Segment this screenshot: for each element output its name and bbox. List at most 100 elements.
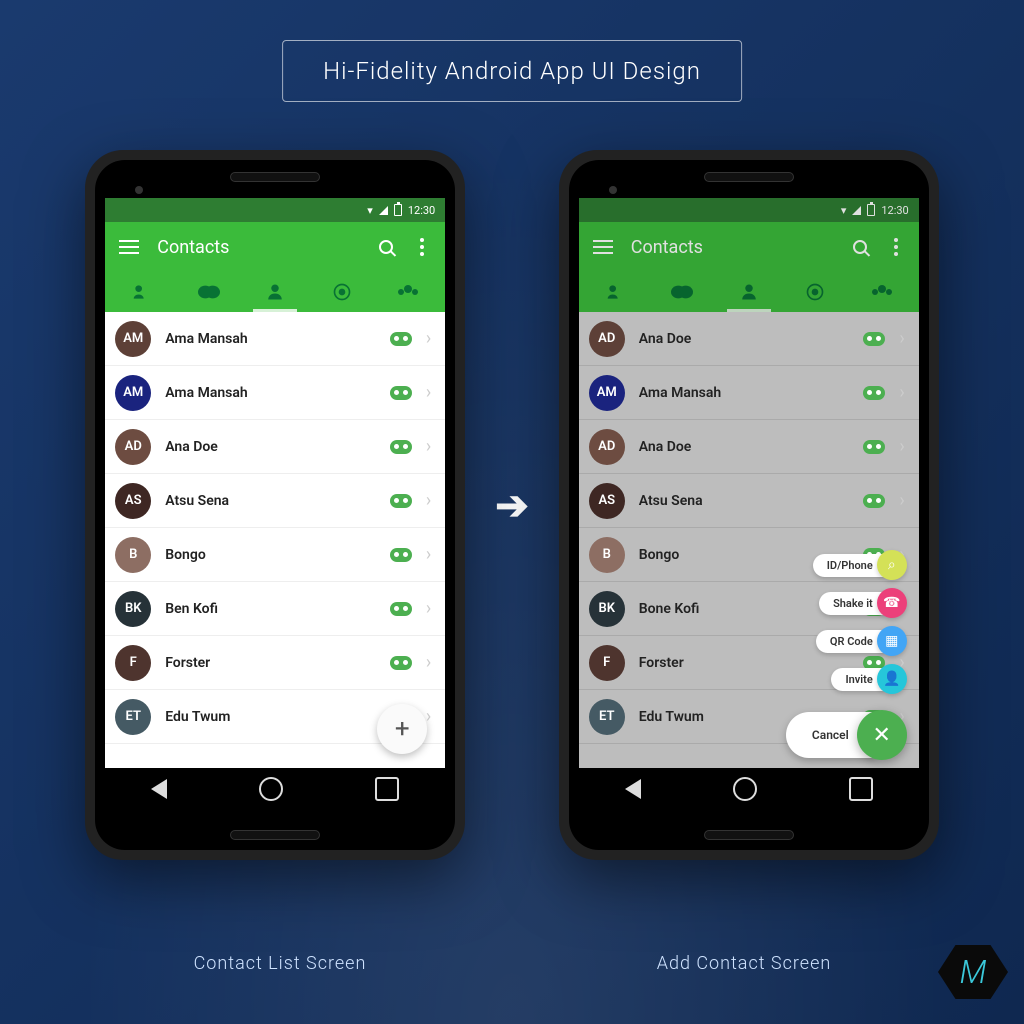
back-button[interactable] — [151, 779, 167, 799]
tab-groups[interactable] — [868, 278, 896, 306]
avatar: AM — [115, 321, 151, 357]
chevron-right-icon: › — [426, 436, 431, 457]
recents-button[interactable] — [849, 777, 873, 801]
status-time: 12:30 — [408, 204, 435, 217]
speed-dial-label: Shake it — [819, 592, 883, 615]
contact-name: Forster — [165, 655, 376, 671]
speed-dial-item[interactable]: Invite👤 — [831, 664, 906, 694]
tabs — [105, 272, 445, 312]
person-icon: 👤 — [877, 664, 907, 694]
speed-dial: ID/Phone⌕ Shake it☎ QR Code▦ Invite👤 Cancel… — [786, 550, 907, 760]
menu-icon[interactable] — [119, 240, 139, 254]
contact-row[interactable]: F Forster › — [105, 636, 445, 690]
avatar: AS — [589, 483, 625, 519]
search-button[interactable] — [851, 238, 869, 256]
chevron-right-icon: › — [426, 328, 431, 349]
avatar: BK — [115, 591, 151, 627]
tab-groups[interactable] — [394, 278, 422, 306]
avatar: ET — [589, 699, 625, 735]
tab-discover[interactable] — [328, 278, 356, 306]
avatar: B — [115, 537, 151, 573]
avatar: F — [589, 645, 625, 681]
contact-name: Bongo — [165, 547, 376, 563]
contact-row[interactable]: ASAtsu Sena› — [579, 474, 919, 528]
cancel-row: Cancel ✕ — [786, 710, 907, 760]
caption-right: Add Contact Screen — [554, 953, 934, 974]
contact-name: Ama Mansah — [165, 331, 376, 347]
overflow-menu[interactable] — [887, 238, 905, 256]
chevron-right-icon: › — [426, 382, 431, 403]
tab-contacts[interactable] — [261, 278, 289, 306]
close-fab[interactable]: ✕ — [857, 710, 907, 760]
status-bar: ▾ 12:30 — [105, 198, 445, 222]
recents-button[interactable] — [375, 777, 399, 801]
battery-icon — [394, 204, 402, 216]
caption-left: Contact List Screen — [90, 953, 470, 974]
contact-row[interactable]: ADAna Doe› — [579, 420, 919, 474]
chevron-right-icon: › — [426, 652, 431, 673]
brand-logo: M — [938, 942, 1008, 1012]
overflow-menu[interactable] — [413, 238, 431, 256]
signal-icon — [852, 206, 861, 215]
speed-dial-label: Invite — [831, 668, 882, 691]
phone-right: ▾ 12:30 Contacts — [559, 150, 939, 860]
menu-icon[interactable] — [593, 240, 613, 254]
home-button[interactable] — [259, 777, 283, 801]
avatar: AD — [115, 429, 151, 465]
contact-row[interactable]: ASAtsu Sena› — [105, 474, 445, 528]
tab-discover[interactable] — [801, 278, 829, 306]
chevron-right-icon: › — [899, 382, 904, 403]
tab-chats[interactable] — [668, 278, 696, 306]
avatar: F — [115, 645, 151, 681]
status-badge — [863, 386, 885, 400]
app-bar: Contacts — [105, 222, 445, 272]
status-badge — [390, 332, 412, 346]
speaker-bottom — [230, 830, 320, 840]
contact-row[interactable]: AD Ana Doe › — [105, 420, 445, 474]
close-icon: ✕ — [873, 723, 891, 748]
contact-row[interactable]: AMAma Mansah› — [105, 366, 445, 420]
wifi-icon: ▾ — [367, 204, 373, 217]
avatar: ET — [115, 699, 151, 735]
status-badge — [390, 548, 412, 562]
add-fab[interactable]: + — [377, 704, 427, 754]
chevron-right-icon: › — [899, 328, 904, 349]
tab-chats[interactable] — [195, 278, 223, 306]
arrow-icon: ➔ — [495, 482, 529, 529]
signal-icon — [379, 206, 388, 215]
tab-recent[interactable] — [602, 278, 630, 306]
speaker-bottom — [704, 830, 794, 840]
android-navbar — [105, 768, 445, 810]
contact-row[interactable]: BBongo› — [105, 528, 445, 582]
avatar: AS — [115, 483, 151, 519]
contact-name: Ana Doe — [165, 439, 376, 455]
speed-dial-item[interactable]: QR Code▦ — [816, 626, 907, 656]
search-button[interactable] — [377, 238, 395, 256]
contact-name: Edu Twum — [165, 709, 376, 725]
speed-dial-item[interactable]: Shake it☎ — [819, 588, 907, 618]
tab-recent[interactable] — [128, 278, 156, 306]
contact-row[interactable]: AM Ama Mansah › — [105, 312, 445, 366]
logo-letter: M — [938, 942, 1008, 1002]
contact-name: Ana Doe — [639, 439, 850, 455]
status-time: 12:30 — [881, 204, 908, 217]
speed-dial-item[interactable]: ID/Phone⌕ — [813, 550, 907, 580]
contact-row[interactable]: ADAna Doe› — [579, 312, 919, 366]
speaker-top — [704, 172, 794, 182]
status-badge — [390, 494, 412, 508]
back-button[interactable] — [625, 779, 641, 799]
contact-row[interactable]: BKBen Kofi› — [105, 582, 445, 636]
status-badge — [863, 494, 885, 508]
contact-row[interactable]: AMAma Mansah› — [579, 366, 919, 420]
qr-icon: ▦ — [877, 626, 907, 656]
tabs — [579, 272, 919, 312]
status-badge — [390, 602, 412, 616]
tab-contacts[interactable] — [735, 278, 763, 306]
chevron-right-icon: › — [426, 490, 431, 511]
contact-name: Ana Doe — [639, 331, 850, 347]
home-button[interactable] — [733, 777, 757, 801]
app-bar: Contacts — [579, 222, 919, 272]
status-badge — [390, 386, 412, 400]
contact-list[interactable]: AMAma Mansah›AMAma Mansah›ADAna Doe›ASAt… — [105, 312, 445, 768]
avatar: AM — [115, 375, 151, 411]
